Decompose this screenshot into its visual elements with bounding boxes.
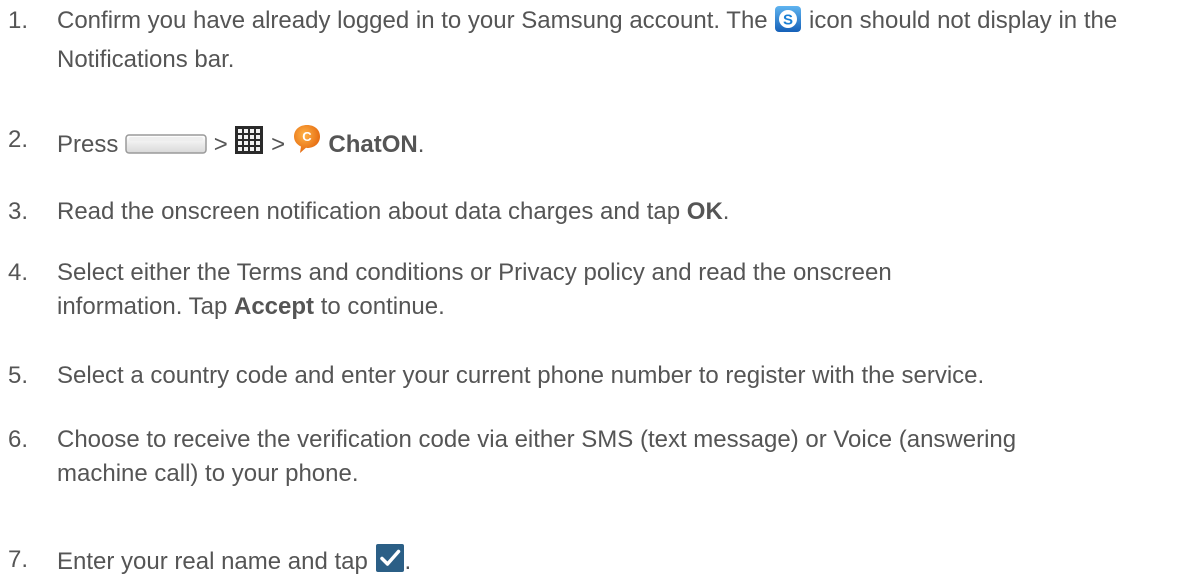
list-item: 6. Choose to receive the verification co… xyxy=(8,423,1198,491)
list-item: 7. Enter your real name and tap . xyxy=(8,543,1198,583)
step-text: Read the onscreen notification about dat… xyxy=(57,198,730,225)
step-text: Confirm you have already logged in to yo… xyxy=(57,5,1118,73)
svg-text:C: C xyxy=(302,129,312,144)
step-text: Choose to receive the verification code … xyxy=(57,426,1017,487)
svg-text:S: S xyxy=(783,12,793,29)
list-item: 5. Select a country code and enter your … xyxy=(8,359,1198,393)
step-number: 3. xyxy=(8,198,29,225)
list-item: 1. Confirm you have already logged in to… xyxy=(8,4,1198,77)
step-text: Press > > C ChatON. xyxy=(57,123,1198,165)
samsung-account-icon: S xyxy=(774,5,802,43)
checkmark-icon xyxy=(375,543,405,583)
step-text: Select a country code and enter your cur… xyxy=(57,362,985,389)
step-text: Enter your real name and tap . xyxy=(57,543,1198,583)
app-name-chaton: ChatON xyxy=(328,131,418,158)
list-item: 4. Select either the Terms and condition… xyxy=(8,256,1198,324)
step-number: 7. xyxy=(8,546,29,573)
step-text: Select either the Terms and conditions o… xyxy=(57,259,892,320)
step-number: 6. xyxy=(8,426,29,453)
step-number: 1. xyxy=(8,7,29,34)
step-number: 4. xyxy=(8,259,29,286)
accept-label: Accept xyxy=(234,293,315,320)
list-item: 2. Press > > C ChatON. xyxy=(8,123,1198,165)
list-item: 3. Read the onscreen notification about … xyxy=(8,195,1198,229)
home-key-icon xyxy=(125,130,207,164)
step-number: 5. xyxy=(8,362,29,389)
chaton-icon: C xyxy=(292,123,322,165)
step-number: 2. xyxy=(8,126,29,153)
ok-label: OK xyxy=(686,198,723,225)
apps-grid-icon xyxy=(234,125,264,165)
